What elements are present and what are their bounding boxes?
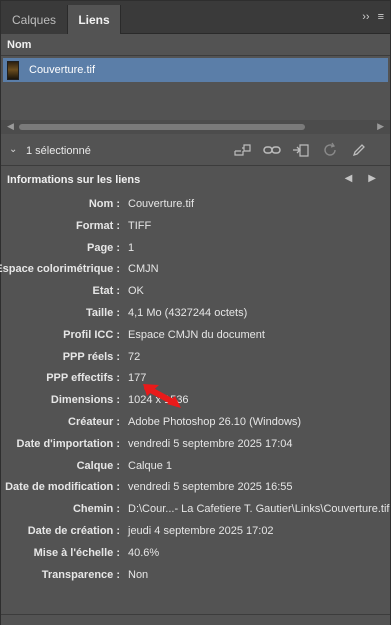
info-row-color-space: Espace colorimétrique : CMJN (0, 259, 390, 281)
info-value: D:\Cour...- La Cafetiere T. Gautier\Link… (128, 503, 390, 516)
info-value: Non (128, 568, 149, 581)
info-label: Date d'importation : (16, 437, 120, 450)
info-label: Transparence : (41, 568, 120, 581)
info-label: Page : (86, 241, 120, 254)
info-value: CMJN (128, 263, 159, 276)
info-label: Etat : (92, 285, 121, 298)
tab-links[interactable]: Liens (67, 5, 121, 35)
info-label: Espace colorimétrique : (0, 263, 120, 276)
info-label: Profil ICC : (63, 328, 120, 341)
info-label: Mise à l'échelle : (33, 546, 120, 559)
info-value: vendredi 5 septembre 2025 17:04 (128, 437, 293, 450)
info-label: Nom : (88, 198, 120, 210)
info-value: 4,1 Mo (4327244 octets) (128, 306, 248, 319)
link-info-nav: ◀ ▶ (345, 173, 376, 184)
panel-controls: ›› ≡ (362, 11, 384, 23)
info-value: Calque 1 (128, 459, 173, 472)
info-value: OK (128, 285, 144, 298)
info-row-layer: Calque : Calque 1 (1, 456, 390, 478)
info-row-creator: Créateur : Adobe Photoshop 26.10 (Windows… (1, 412, 390, 434)
status-bar: ⌄ 1 sélectionné (1, 136, 390, 166)
link-filename: Couverture.tif (29, 64, 96, 76)
next-link-icon[interactable]: ▶ (368, 173, 376, 184)
update-link-icon[interactable] (320, 142, 339, 158)
link-info-title: Informations sur les liens (7, 174, 141, 186)
info-label: Format : (76, 219, 120, 232)
info-label: Date de modification : (5, 481, 120, 494)
info-label: PPP effectifs : (46, 372, 120, 385)
links-list: Couverture.tif (1, 56, 390, 120)
horizontal-scrollbar[interactable]: ◀ ▶ (1, 120, 390, 134)
info-value: Espace CMJN du document (128, 328, 265, 341)
selection-status: 1 sélectionné (26, 145, 91, 157)
panel-footer (1, 614, 390, 625)
panel-menu-icon[interactable]: ≡ (378, 11, 384, 23)
info-value: jeudi 4 septembre 2025 17:02 (128, 524, 274, 537)
info-value: 40.6% (128, 546, 160, 559)
link-thumbnail (7, 60, 19, 80)
link-info-header: Informations sur les liens ◀ ▶ (1, 172, 390, 190)
info-label: Dimensions : (50, 394, 120, 407)
info-label: Calque : (76, 459, 120, 472)
scroll-right-icon[interactable]: ▶ (377, 121, 384, 132)
info-row-created-date: Date de création : jeudi 4 septembre 2025… (1, 521, 390, 543)
info-row-modified-date: Date de modification : vendredi 5 septemb… (1, 477, 390, 499)
edit-original-icon[interactable] (349, 142, 368, 158)
links-panel: Calques Liens ›› ≡ Nom Couverture.tif ◀ … (0, 0, 391, 625)
scrollbar-thumb[interactable] (19, 124, 305, 130)
info-row-format: Format : TIFF (1, 216, 390, 238)
info-row-effective-ppi: PPP effectifs :177 (1, 368, 390, 390)
scroll-left-icon[interactable]: ◀ (7, 121, 14, 132)
goto-link-icon[interactable] (291, 142, 310, 158)
link-row[interactable]: Couverture.tif (3, 58, 388, 82)
info-value: Adobe Photoshop 26.10 (Windows) (128, 415, 302, 428)
column-header-name[interactable]: Nom (1, 34, 390, 56)
info-value[interactable]: 1 (128, 242, 134, 254)
relink-cc-icon[interactable] (233, 142, 252, 158)
link-toolbar (233, 142, 368, 158)
tab-layers[interactable]: Calques (1, 5, 67, 34)
info-value: vendredi 5 septembre 2025 16:55 (128, 481, 293, 494)
info-row-path: Chemin : D:\Cour...- La Cafetiere T. Gaut… (1, 499, 390, 521)
relink-icon[interactable] (262, 142, 281, 158)
link-info-list: Nom : Couverture.tif Format : TIFF Page : 1… (0, 194, 390, 587)
previous-link-icon[interactable]: ◀ (345, 173, 353, 184)
info-row-place-date: Date d'importation : vendredi 5 septembre… (1, 434, 390, 456)
info-row-name: Nom : Couverture.tif (1, 194, 390, 216)
info-label: Chemin : (72, 503, 120, 516)
info-label: PPP réels : (62, 350, 120, 363)
info-row-dimensions: Dimensions :1024 x 1536 (1, 390, 390, 412)
red-arrow-annotation (143, 384, 181, 408)
info-value: 72 (128, 350, 141, 363)
info-row-icc-profile: Profil ICC : Espace CMJN du document (1, 325, 390, 347)
info-value: Couverture.tif (128, 198, 195, 210)
tab-bar: Calques Liens ›› ≡ (1, 1, 390, 35)
info-value: TIFF (128, 219, 152, 232)
info-row-status: Etat : OK (1, 281, 390, 303)
info-row-page: Page : 1 (1, 238, 390, 260)
collapse-icon[interactable]: ›› (362, 11, 369, 23)
info-label: Date de création : (27, 524, 120, 537)
info-label: Taille : (85, 306, 120, 319)
info-row-scale: Mise à l'échelle : 40.6% (1, 543, 390, 565)
expand-info-icon[interactable]: ⌄ (9, 144, 17, 155)
info-row-transparency: Transparence : Non (1, 565, 390, 587)
info-label: Créateur : (68, 415, 120, 428)
info-row-actual-ppi: PPP réels : 72 (1, 347, 390, 369)
info-row-size: Taille : 4,1 Mo (4327244 octets) (1, 303, 390, 325)
